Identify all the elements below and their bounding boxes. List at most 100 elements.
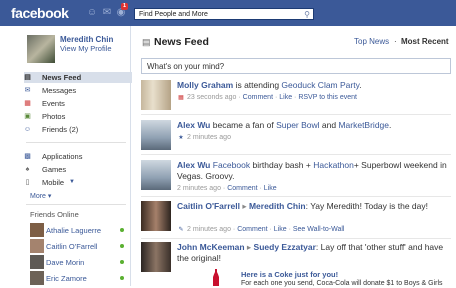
- story-target-link[interactable]: Meredith Chin: [249, 201, 306, 211]
- friend-requests-icon[interactable]: ☺: [86, 7, 98, 18]
- story-avatar[interactable]: [141, 160, 171, 190]
- online-status-icon: [120, 260, 124, 264]
- chevron-down-icon[interactable]: ▼: [69, 177, 75, 188]
- story-avatar[interactable]: [141, 242, 171, 272]
- page-link[interactable]: Super Bowl: [276, 120, 319, 130]
- story-actor-link[interactable]: Alex Wu: [177, 160, 210, 170]
- page-link[interactable]: MarketBridge: [338, 120, 389, 130]
- story-body: is attending: [233, 80, 282, 90]
- status-input[interactable]: What's on your mind?: [141, 58, 451, 74]
- friend-online-item[interactable]: Eric Zamore: [30, 270, 126, 288]
- friend-avatar: [30, 223, 44, 237]
- arrow-icon: ▸: [239, 201, 249, 211]
- friend-name: Eric Zamore: [46, 274, 87, 283]
- messages-icon: ✉: [24, 87, 31, 94]
- comment-link[interactable]: Comment: [243, 94, 273, 101]
- most-recent-link[interactable]: Most Recent: [401, 37, 449, 46]
- story-actor-link[interactable]: Caitlin O'Farrell: [177, 201, 240, 211]
- story-body-end: .: [359, 80, 362, 90]
- friend-avatar: [30, 271, 44, 285]
- sidebar-item-applications[interactable]: ▩ Applications: [24, 151, 130, 162]
- sidebar-item-news-feed[interactable]: ▤ News Feed: [24, 72, 132, 83]
- event-icon: ▦: [178, 95, 184, 101]
- story-text: Alex Wu Facebook birthday bash + Hackath…: [177, 160, 449, 182]
- sidebar-item-events[interactable]: ▦ Events: [24, 98, 130, 109]
- story-actor-link[interactable]: Molly Graham: [177, 80, 233, 90]
- search-icon[interactable]: ⚲: [304, 10, 310, 19]
- search-input[interactable]: Find People and More ⚲: [134, 8, 314, 20]
- story-avatar[interactable]: [141, 120, 171, 150]
- comment-link[interactable]: Comment: [227, 185, 257, 192]
- sidebar-item-label: News Feed: [42, 73, 82, 82]
- story-body-end: .: [389, 120, 392, 130]
- sidebar-item-photos[interactable]: ▣ Photos: [24, 111, 130, 122]
- sidebar-item-friends[interactable]: ☺ Friends (2): [23, 124, 130, 135]
- story-actor-link[interactable]: Alex Wu: [177, 120, 210, 130]
- story-actor-link[interactable]: John McKeeman: [177, 242, 245, 252]
- story-meta: ★ 2 minutes ago: [177, 133, 231, 142]
- gift-title-link[interactable]: Here is a Coke just for you!: [241, 270, 338, 279]
- event-link[interactable]: Geoduck Clam Party: [281, 80, 359, 90]
- story-body: became a fan of: [210, 120, 277, 130]
- story-time: 2 minutes ago: [177, 185, 221, 192]
- feed-story: John McKeeman ▸ Suedy Ezzatyar: Lay off …: [141, 242, 451, 287]
- profile-name[interactable]: Meredith Chin: [60, 35, 113, 44]
- sidebar-item-messages[interactable]: ✉ Messages: [24, 85, 130, 96]
- friend-name: Caitlin O'Farrell: [46, 242, 98, 251]
- more-link[interactable]: More ▾: [30, 192, 51, 200]
- story-text: Alex Wu became a fan of Super Bowl and M…: [177, 120, 449, 131]
- messages-icon[interactable]: ✉: [101, 7, 113, 18]
- friend-name: Dave Morin: [46, 258, 85, 267]
- sidebar-item-label: Photos: [42, 112, 66, 121]
- like-link[interactable]: Like: [274, 226, 287, 233]
- wall-post-icon: ✎: [178, 227, 184, 233]
- wall-to-wall-link[interactable]: See Wall-to-Wall: [293, 226, 345, 233]
- filter-separator: ·: [394, 37, 397, 46]
- news-feed-icon: ▤: [24, 74, 31, 81]
- notification-badge: 1: [121, 3, 128, 10]
- like-link[interactable]: Like: [264, 185, 277, 192]
- comment-link[interactable]: Comment: [237, 226, 267, 233]
- search-placeholder: Find People and More: [139, 11, 208, 18]
- online-status-icon: [120, 276, 124, 280]
- sidebar-item-label: Friends (2): [42, 125, 79, 134]
- applications-icon: ▩: [24, 153, 31, 160]
- news-feed-icon: ▤: [142, 37, 151, 47]
- story-body-mid: and: [319, 120, 339, 130]
- story-time: 23 seconds ago: [187, 94, 237, 101]
- story-body: : Yay Meredith! Today is the day!: [305, 201, 428, 211]
- sidebar-item-games[interactable]: ♠ Games: [26, 164, 130, 175]
- sidebar-item-label: Events: [42, 99, 65, 108]
- online-status-icon: [120, 228, 124, 232]
- friend-avatar: [30, 255, 44, 269]
- story-avatar[interactable]: [141, 80, 171, 110]
- coke-bottle-icon: [213, 269, 219, 286]
- sidebar-item-label: Games: [42, 165, 67, 174]
- sidebar-item-label: Messages: [42, 86, 77, 95]
- sidebar-item-mobile[interactable]: ▯ Mobile ▼: [26, 177, 130, 188]
- story-divider: [141, 154, 451, 155]
- story-meta: ▦ 23 seconds ago · Comment · Like · RSVP …: [178, 94, 357, 101]
- page-title: News Feed: [154, 36, 209, 48]
- coke-gift-image[interactable]: [199, 268, 233, 286]
- story-divider: [141, 114, 451, 115]
- story-target-link[interactable]: Suedy Ezzatyar: [254, 242, 316, 252]
- story-time: 2 minutes ago: [187, 226, 231, 233]
- friends-icon: ☺: [23, 126, 32, 133]
- sidebar-divider: [26, 204, 126, 205]
- page-link[interactable]: Facebook: [213, 160, 250, 170]
- sidebar-item-label: Mobile: [42, 178, 65, 187]
- story-avatar[interactable]: [141, 201, 171, 231]
- fan-icon: ★: [178, 135, 184, 141]
- page-link[interactable]: Hackathon: [313, 160, 354, 170]
- view-profile-link[interactable]: View My Profile: [60, 44, 112, 53]
- like-link[interactable]: Like: [279, 94, 292, 101]
- story-text: John McKeeman ▸ Suedy Ezzatyar: Lay off …: [177, 242, 449, 264]
- story-text: Molly Graham is attending Geoduck Clam P…: [177, 80, 449, 91]
- profile-photo[interactable]: [27, 35, 55, 63]
- friends-online-title: Friends Online: [30, 210, 79, 219]
- top-news-link[interactable]: Top News: [354, 37, 389, 46]
- rsvp-link[interactable]: RSVP to this event: [298, 94, 357, 101]
- facebook-logo[interactable]: facebook: [11, 5, 69, 21]
- feed-story: Molly Graham is attending Geoduck Clam P…: [141, 80, 451, 110]
